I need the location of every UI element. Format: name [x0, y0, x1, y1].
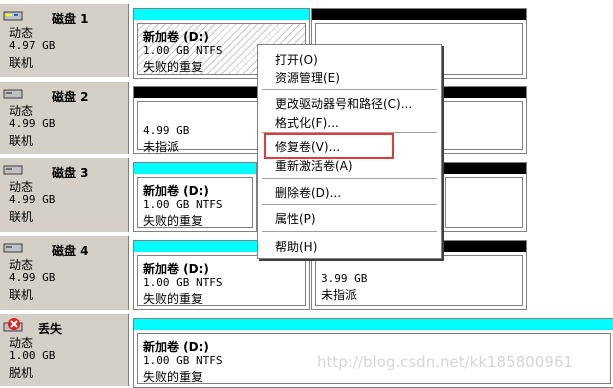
volume-name: 新加卷 (D:)	[143, 30, 209, 44]
disk-name: 丢失	[38, 322, 63, 336]
disk-name: 磁盘 1	[52, 12, 89, 26]
menu-item-help[interactable]: 帮助(H)	[275, 238, 317, 255]
disk-icon	[3, 161, 25, 175]
volume-bar	[134, 163, 256, 174]
disk-name: 磁盘 2	[52, 90, 89, 104]
disk-size: 4.97 GB	[9, 39, 56, 52]
missing-disk-icon	[3, 317, 25, 332]
volume-bar	[134, 9, 309, 20]
volume-name: 新加卷 (D:)	[143, 340, 209, 354]
volume-name: 新加卷 (D:)	[143, 262, 209, 276]
volume-name: 新加卷 (D:)	[143, 184, 209, 198]
disk-status: 联机	[9, 134, 34, 148]
volume-bar	[312, 9, 526, 20]
disk-size: 4.99 GB	[9, 271, 56, 284]
menu-item-format[interactable]: 格式化(F)...	[275, 114, 339, 131]
context-menu: 打开(O) 资源管理(E) 更改驱动器号和路径(C)... 格式化(F)... …	[257, 44, 442, 259]
disk-icon	[3, 85, 25, 99]
volume-body	[445, 177, 523, 228]
disk-size: 4.99 GB	[9, 193, 56, 206]
volume-d3-dynamic[interactable]: 新加卷 (D:) 1.00 GB NTFS 失败的重复	[133, 162, 257, 232]
volume-status: 失败的重复	[143, 370, 204, 384]
menu-separator	[262, 204, 437, 205]
volume-status: 失败的重复	[143, 60, 204, 74]
menu-item-properties[interactable]: 属性(P)	[275, 210, 316, 227]
disk-row-missing: 丢失 动态 1.00 GB 脱机 新加卷 (D:) 1.00 GB NTFS 失…	[0, 314, 613, 388]
menu-separator	[262, 178, 437, 179]
volume-bar	[134, 319, 613, 330]
volume-size: 1.00 GB NTFS	[143, 354, 223, 367]
menu-item-reactivate[interactable]: 重新激活卷(A)	[275, 157, 353, 174]
disk-info-3[interactable]: 磁盘 3 动态 4.99 GB 联机	[0, 158, 130, 232]
menu-item-delete[interactable]: 删除卷(D)...	[275, 184, 341, 201]
repair-highlight-box	[264, 133, 394, 159]
disk-size: 1.00 GB	[9, 349, 56, 362]
volume-body: 3.99 GB 未指派	[315, 255, 523, 306]
disk-info-2[interactable]: 磁盘 2 动态 4.99 GB 联机	[0, 82, 130, 154]
disk-info-1[interactable]: 磁盘 1 动态 4.97 GB 联机	[0, 4, 130, 77]
disk-info-missing[interactable]: 丢失 动态 1.00 GB 脱机	[0, 314, 130, 386]
volume-status: 失败的重复	[143, 214, 204, 228]
volume-status: 未指派	[321, 288, 358, 302]
menu-separator	[262, 231, 437, 232]
disk-status: 联机	[9, 288, 34, 302]
volume-status: 失败的重复	[143, 292, 204, 306]
volume-d3-right[interactable]	[441, 162, 527, 232]
menu-separator	[262, 89, 437, 90]
watermark-text: http://blog.csdn.net/kk185800961	[317, 353, 573, 371]
volume-bar	[442, 163, 526, 174]
disk-info-4[interactable]: 磁盘 4 动态 4.99 GB 联机	[0, 236, 130, 310]
disk-icon	[3, 7, 25, 21]
volume-body: 新加卷 (D:) 1.00 GB NTFS 失败的重复	[137, 177, 253, 228]
disk-icon	[3, 239, 25, 253]
disk-status: 联机	[9, 210, 34, 224]
disk-size: 4.99 GB	[9, 117, 56, 130]
disk-name: 磁盘 3	[52, 166, 89, 180]
disk-name: 磁盘 4	[52, 244, 89, 258]
menu-item-open[interactable]: 打开(O)	[275, 51, 318, 68]
volume-size: 3.99 GB	[321, 272, 368, 285]
disk-status: 联机	[9, 56, 34, 70]
volume-size: 1.00 GB NTFS	[143, 276, 223, 289]
volume-body: 新加卷 (D:) 1.00 GB NTFS 失败的重复	[137, 255, 306, 306]
menu-item-change-letter[interactable]: 更改驱动器号和路径(C)...	[275, 95, 412, 112]
volume-status: 未指派	[143, 140, 180, 154]
menu-item-explore[interactable]: 资源管理(E)	[275, 69, 340, 86]
disk-status: 脱机	[9, 366, 34, 380]
volume-size: 1.00 GB NTFS	[143, 44, 223, 57]
volume-size: 4.99 GB	[143, 124, 190, 137]
volume-size: 1.00 GB NTFS	[143, 198, 223, 211]
